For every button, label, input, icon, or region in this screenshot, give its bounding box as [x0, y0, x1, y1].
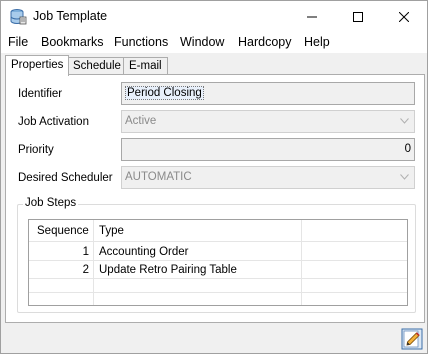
table-header: Sequence Type	[29, 220, 407, 242]
tab-properties[interactable]: Properties	[5, 55, 70, 76]
job-steps-title: Job Steps	[23, 197, 79, 209]
minimize-button[interactable]	[289, 1, 335, 32]
close-icon	[399, 11, 409, 22]
chevron-down-icon	[400, 174, 409, 180]
identifier-value: Period Closing	[125, 86, 204, 100]
database-icon	[9, 8, 27, 26]
menu-window[interactable]: Window	[180, 35, 224, 49]
title-bar[interactable]: Job Template	[1, 1, 427, 32]
maximize-button[interactable]	[335, 1, 381, 32]
job-activation-select[interactable]: Active	[121, 110, 415, 133]
job-template-window: Job Template File Bookmarks Functions Wi…	[0, 0, 428, 354]
menu-file[interactable]: File	[8, 35, 28, 49]
priority-label: Priority	[18, 144, 54, 156]
properties-panel: Identifier Period Closing Job Activation…	[5, 74, 425, 323]
table-row[interactable]: 1 Accounting Order	[29, 243, 407, 261]
column-sequence[interactable]: Sequence	[37, 220, 89, 242]
menu-help[interactable]: Help	[304, 35, 330, 49]
job-steps-group: Job Steps Sequence Type 1 Accounting Ord…	[17, 197, 416, 313]
desired-scheduler-value: AUTOMATIC	[125, 171, 192, 183]
job-steps-table[interactable]: Sequence Type 1 Accounting Order 2 Updat…	[28, 219, 408, 306]
row-sequence: 1	[82, 246, 89, 258]
chevron-down-icon	[400, 118, 409, 124]
identifier-label: Identifier	[18, 88, 63, 100]
row-type: Update Retro Pairing Table	[99, 264, 237, 276]
identifier-field[interactable]: Period Closing	[121, 82, 415, 105]
row-type: Accounting Order	[99, 246, 189, 258]
pencil-edit-icon[interactable]	[401, 328, 423, 350]
row-divider	[29, 278, 407, 279]
job-activation-label: Job Activation	[18, 116, 89, 128]
desired-scheduler-label: Desired Scheduler	[18, 172, 113, 184]
row-sequence: 2	[82, 264, 89, 276]
table-row[interactable]: 2 Update Retro Pairing Table	[29, 261, 407, 279]
window-title: Job Template	[33, 9, 108, 23]
tab-strip: Properties Schedule E-mail	[5, 55, 425, 76]
priority-field[interactable]: 0	[121, 138, 415, 161]
status-bar	[1, 326, 427, 354]
row-divider	[29, 292, 407, 293]
close-button[interactable]	[381, 1, 427, 32]
priority-value: 0	[404, 143, 411, 155]
menu-bookmarks[interactable]: Bookmarks	[41, 35, 104, 49]
job-activation-value: Active	[125, 115, 157, 127]
column-type[interactable]: Type	[99, 220, 124, 242]
desired-scheduler-select[interactable]: AUTOMATIC	[121, 166, 415, 189]
minimize-icon	[307, 16, 317, 17]
menu-hardcopy[interactable]: Hardcopy	[238, 35, 292, 49]
menu-functions[interactable]: Functions	[114, 35, 168, 49]
tab-email[interactable]: E-mail	[123, 57, 168, 75]
tab-schedule[interactable]: Schedule	[67, 57, 127, 75]
menu-bar: File Bookmarks Functions Window Hardcopy…	[1, 32, 427, 53]
maximize-icon	[353, 11, 363, 22]
